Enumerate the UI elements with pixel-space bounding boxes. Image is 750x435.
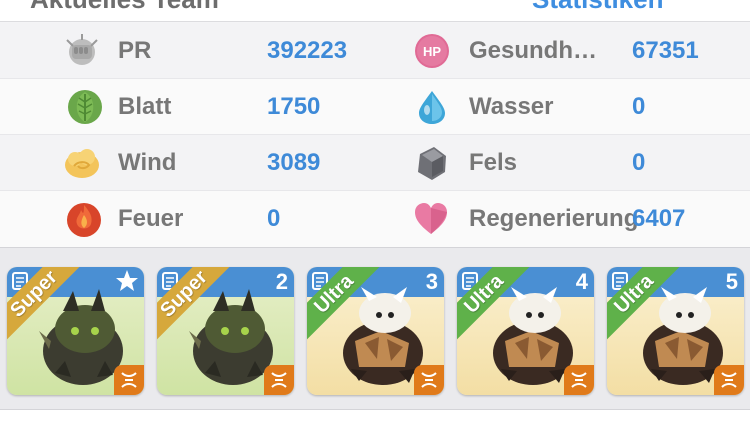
stat-value-fire: 0	[267, 205, 281, 232]
monster-card-3[interactable]: 3 Ultra	[307, 267, 444, 395]
bottom-area	[0, 410, 750, 435]
element-symbol-icon	[271, 372, 287, 388]
stat-label-leaf: Blatt	[118, 93, 172, 120]
stats-panel: PR 392223 HP Gesundh… 67351 Blatt 1750 W…	[0, 23, 750, 247]
team-monster-strip: Super 2 Super 3 Ultra 4 Ultra 5 Ultra	[0, 247, 750, 410]
stat-value-water: 0	[632, 93, 646, 120]
hp-icon: HP	[415, 34, 449, 68]
stat-label-regeneration: Regenerierung	[469, 205, 639, 232]
stat-value-regeneration: 6407	[632, 205, 686, 232]
statistics-link[interactable]: Statistiken	[532, 0, 664, 15]
stat-value-wind: 3089	[267, 149, 321, 176]
fist-icon	[66, 34, 98, 65]
rock-icon	[418, 147, 446, 180]
element-badge	[564, 365, 594, 395]
element-symbol-icon	[121, 372, 137, 388]
heart-icon	[415, 203, 447, 234]
top-header: Aktuelles Team Statistiken	[0, 0, 750, 22]
hp-icon-text: HP	[423, 44, 441, 59]
stat-value-health: 67351	[632, 37, 699, 64]
stat-row: Feuer 0 Regenerierung 6407	[0, 191, 750, 247]
monster-card-4[interactable]: 4 Ultra	[457, 267, 594, 395]
leaf-icon	[68, 90, 102, 124]
element-badge	[114, 365, 144, 395]
stat-value-leaf: 1750	[267, 93, 321, 120]
element-badge	[414, 365, 444, 395]
element-badge	[714, 365, 744, 395]
stat-label-rock: Fels	[469, 149, 518, 176]
stat-row: PR 392223 HP Gesundh… 67351	[0, 23, 750, 79]
fire-icon	[67, 203, 101, 237]
stat-value-pr: 392223	[267, 37, 348, 64]
monster-card-2[interactable]: 2 Super	[157, 267, 294, 395]
stat-label-pr: PR	[118, 37, 152, 64]
stat-label-water: Wasser	[469, 93, 554, 120]
stat-row: Blatt 1750 Wasser 0	[0, 79, 750, 135]
element-badge	[264, 365, 294, 395]
stat-value-rock: 0	[632, 149, 646, 176]
element-symbol-icon	[421, 372, 437, 388]
stat-label-health: Gesundh…	[469, 37, 598, 64]
water-drop-icon	[419, 91, 445, 124]
team-title: Aktuelles Team	[30, 0, 219, 15]
stat-label-wind: Wind	[118, 149, 177, 176]
monster-card-1[interactable]: Super	[7, 267, 144, 395]
element-symbol-icon	[571, 372, 587, 388]
monster-card-5[interactable]: 5 Ultra	[607, 267, 744, 395]
stat-row: Wind 3089 Fels 0	[0, 135, 750, 191]
wind-icon	[65, 149, 99, 178]
element-symbol-icon	[721, 372, 737, 388]
stat-label-fire: Feuer	[118, 205, 184, 232]
